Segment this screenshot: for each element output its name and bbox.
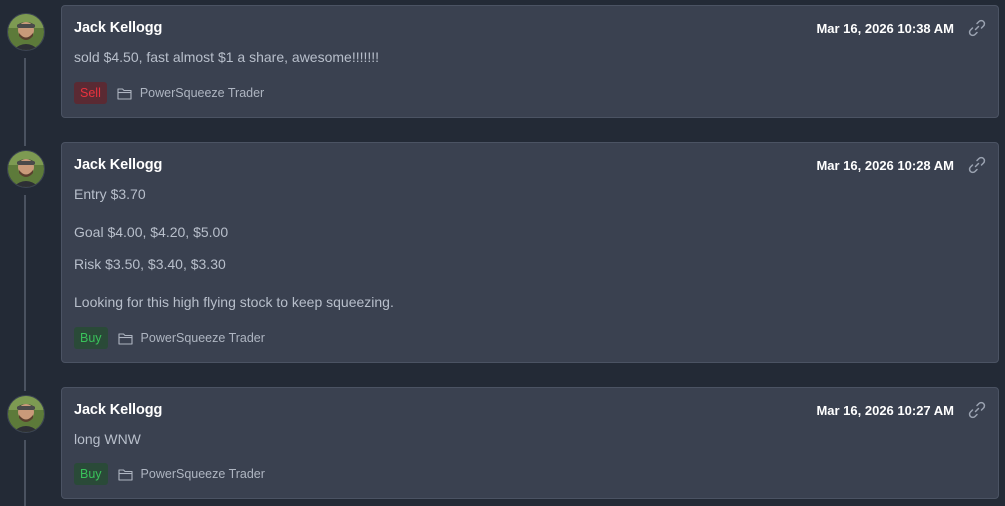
timeline-connector — [24, 440, 26, 506]
message-text: Looking for this high flying stock to ke… — [74, 294, 394, 310]
message-text: sold $4.50, fast almost $1 a share, awes… — [74, 49, 380, 65]
post-tags: Buy PowerSqueeze Trader — [74, 327, 265, 349]
folder-icon — [117, 87, 132, 100]
post-tags: Buy PowerSqueeze Trader — [74, 463, 265, 485]
folder-icon — [117, 468, 133, 481]
avatar-photo — [8, 396, 44, 432]
avatar[interactable] — [7, 13, 45, 51]
link-icon[interactable] — [967, 18, 987, 38]
message-text: Entry $3.70 — [74, 186, 146, 202]
message-text: long WNW — [74, 431, 141, 447]
channel-link[interactable]: PowerSqueeze Trader — [141, 331, 265, 345]
post-card: Jack Kellogg Mar 16, 2026 10:28 AM Entry… — [61, 142, 999, 363]
post-card: Jack Kellogg Mar 16, 2026 10:38 AM sold … — [61, 5, 999, 118]
folder-icon — [117, 332, 133, 345]
link-icon[interactable] — [967, 400, 987, 420]
post-timestamp: Mar 16, 2026 10:38 AM — [816, 21, 954, 36]
link-icon[interactable] — [967, 155, 987, 175]
activity-feed: Jack Kellogg Mar 16, 2026 10:38 AM sold … — [0, 0, 1005, 506]
author-name[interactable]: Jack Kellogg — [74, 20, 162, 36]
avatar[interactable] — [7, 395, 45, 433]
message-text: Risk $3.50, $3.40, $3.30 — [74, 256, 226, 272]
avatar-photo — [8, 151, 44, 187]
post-timestamp: Mar 16, 2026 10:28 AM — [816, 158, 954, 173]
post-tags: Sell PowerSqueeze Trader — [74, 82, 264, 104]
timeline-connector — [24, 58, 26, 146]
sell-badge[interactable]: Sell — [74, 82, 107, 104]
author-name[interactable]: Jack Kellogg — [74, 157, 162, 173]
buy-badge[interactable]: Buy — [74, 463, 108, 485]
channel-link[interactable]: PowerSqueeze Trader — [141, 467, 265, 481]
avatar-photo — [8, 14, 44, 50]
message-text: Goal $4.00, $4.20, $5.00 — [74, 224, 229, 240]
timeline-connector — [24, 195, 26, 391]
channel-link[interactable]: PowerSqueeze Trader — [140, 86, 264, 100]
author-name[interactable]: Jack Kellogg — [74, 402, 162, 418]
buy-badge[interactable]: Buy — [74, 327, 108, 349]
avatar[interactable] — [7, 150, 45, 188]
post-card: Jack Kellogg Mar 16, 2026 10:27 AM long … — [61, 387, 999, 499]
post-timestamp: Mar 16, 2026 10:27 AM — [816, 403, 954, 418]
